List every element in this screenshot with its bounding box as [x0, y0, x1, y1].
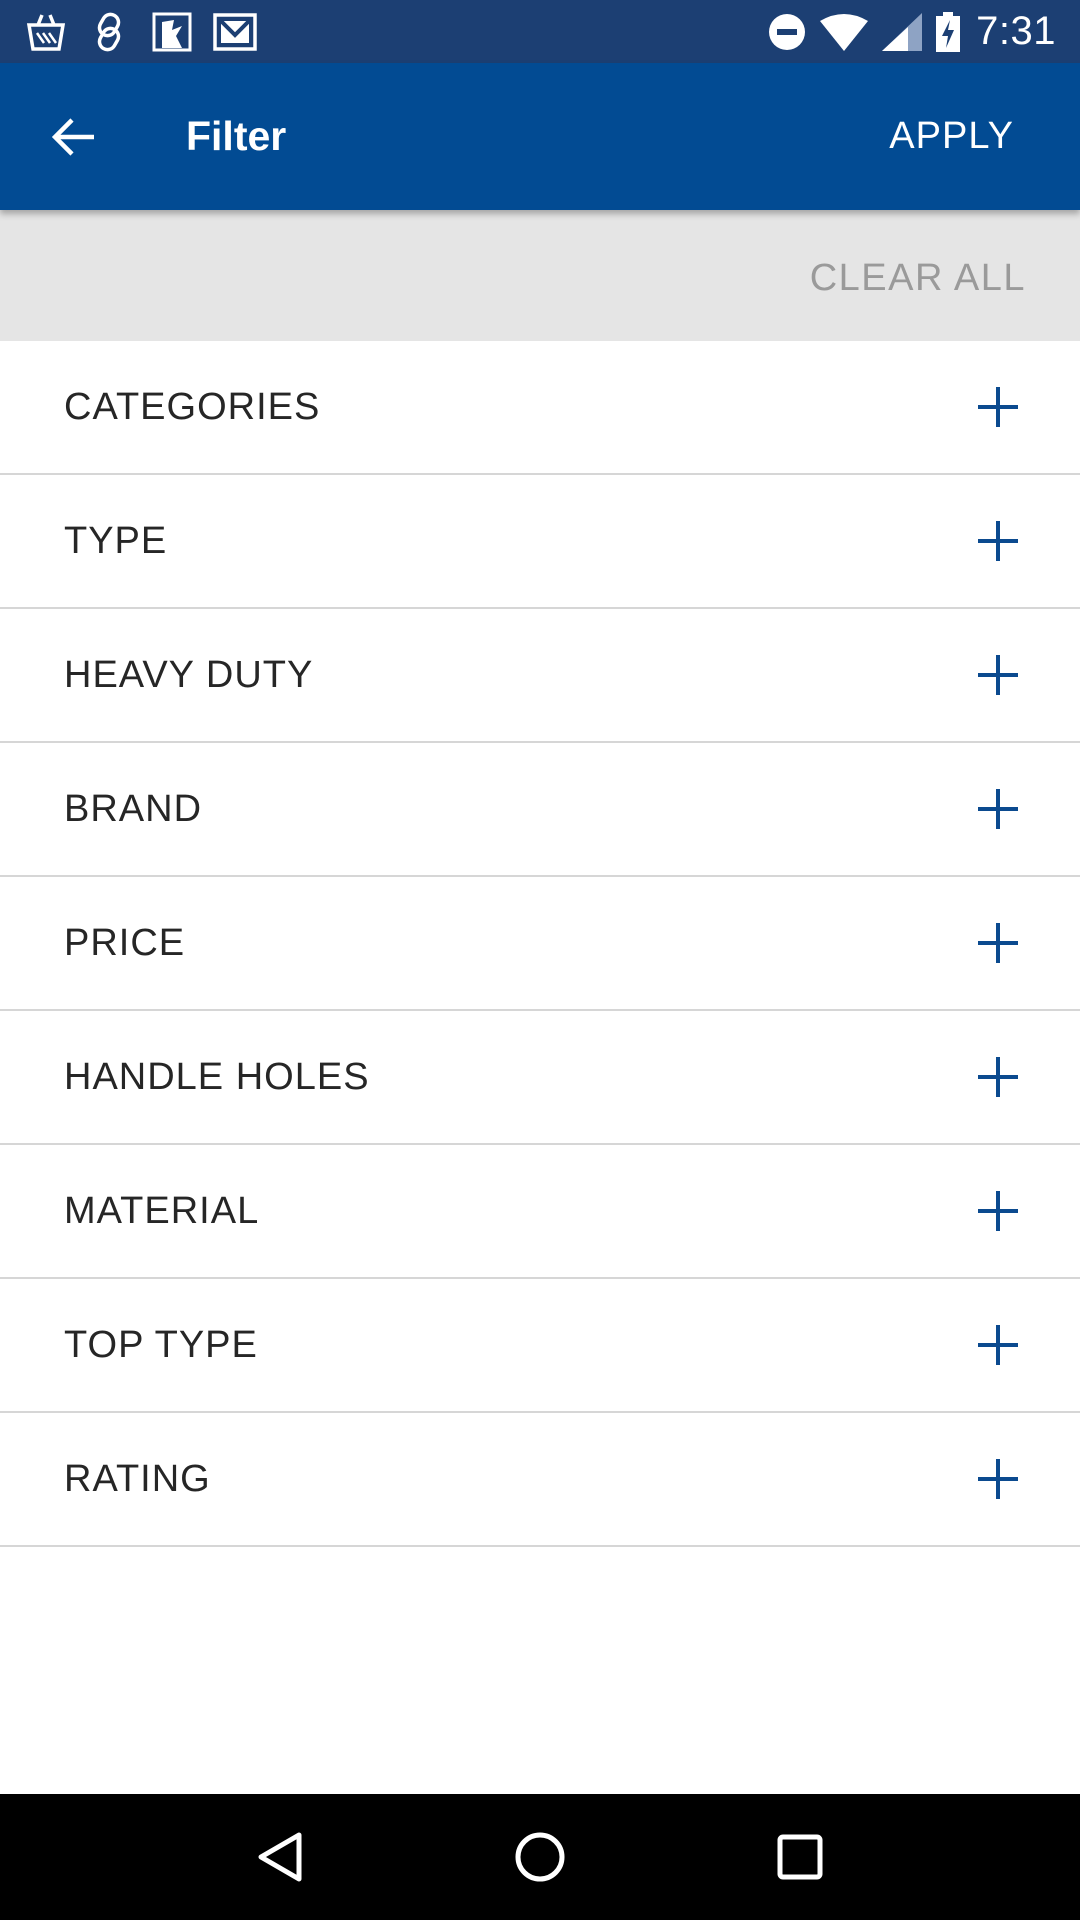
filter-row-top-type[interactable]: TOP TYPE: [0, 1279, 1080, 1413]
plus-icon[interactable]: [978, 789, 1018, 829]
plus-icon[interactable]: [978, 1459, 1018, 1499]
filter-row-heavy-duty[interactable]: HEAVY DUTY: [0, 609, 1080, 743]
filter-label: HEAVY DUTY: [64, 653, 314, 696]
filter-row-price[interactable]: PRICE: [0, 877, 1080, 1011]
triangle-back-icon: [258, 1832, 302, 1882]
do-not-disturb-icon: [768, 10, 806, 54]
system-icons: 7:31: [754, 9, 1056, 54]
signal-icon: [882, 10, 923, 54]
circle-home-icon: [515, 1832, 565, 1882]
clear-all-button[interactable]: CLEAR ALL: [810, 257, 1026, 300]
filter-screen: 7:31 Filter APPLY CLEAR ALL CATEGORIES T…: [0, 0, 1080, 1920]
filter-row-material[interactable]: MATERIAL: [0, 1145, 1080, 1279]
square-recents-icon: [777, 1834, 823, 1880]
status-bar: 7:31: [0, 0, 1080, 63]
filter-label: CATEGORIES: [64, 385, 321, 428]
filter-label: RATING: [64, 1457, 211, 1500]
wifi-icon: [820, 10, 869, 54]
nav-home-button[interactable]: [500, 1817, 580, 1897]
filter-row-handle-holes[interactable]: HANDLE HOLES: [0, 1011, 1080, 1145]
nav-back-button[interactable]: [240, 1817, 320, 1897]
plus-icon[interactable]: [978, 1325, 1018, 1365]
filter-row-type[interactable]: TYPE: [0, 475, 1080, 609]
plus-icon[interactable]: [978, 655, 1018, 695]
clear-all-bar: CLEAR ALL: [0, 210, 1080, 341]
filter-label: HANDLE HOLES: [64, 1055, 370, 1098]
plus-icon[interactable]: [978, 1057, 1018, 1097]
plus-icon[interactable]: [978, 923, 1018, 963]
filter-list: CATEGORIES TYPE HEAVY DUTY BRAND PRICE H…: [0, 341, 1080, 1547]
battery-charging-icon: [936, 10, 961, 54]
store-icon: [24, 10, 68, 54]
filter-row-categories[interactable]: CATEGORIES: [0, 341, 1080, 475]
filter-label: TYPE: [64, 519, 168, 562]
mail-icon: [213, 10, 257, 54]
arrow-back-icon: [52, 117, 94, 156]
filter-label: BRAND: [64, 787, 203, 830]
filter-label: PRICE: [64, 921, 186, 964]
filter-row-rating[interactable]: RATING: [0, 1413, 1080, 1547]
notification-icons: [24, 10, 276, 54]
nav-recents-button[interactable]: [760, 1817, 840, 1897]
filter-label: MATERIAL: [64, 1189, 260, 1232]
system-nav-bar: [0, 1794, 1080, 1920]
apply-button[interactable]: APPLY: [889, 115, 1014, 158]
plus-icon[interactable]: [978, 387, 1018, 427]
filter-label: TOP TYPE: [64, 1323, 258, 1366]
image-icon: [150, 10, 194, 54]
filter-row-brand[interactable]: BRAND: [0, 743, 1080, 877]
plus-icon[interactable]: [978, 521, 1018, 561]
status-time: 7:31: [976, 9, 1056, 53]
back-button[interactable]: [26, 89, 122, 185]
plus-icon[interactable]: [978, 1191, 1018, 1231]
link-icon: [87, 10, 131, 54]
app-bar: Filter APPLY: [0, 63, 1080, 210]
page-title: Filter: [186, 113, 287, 159]
